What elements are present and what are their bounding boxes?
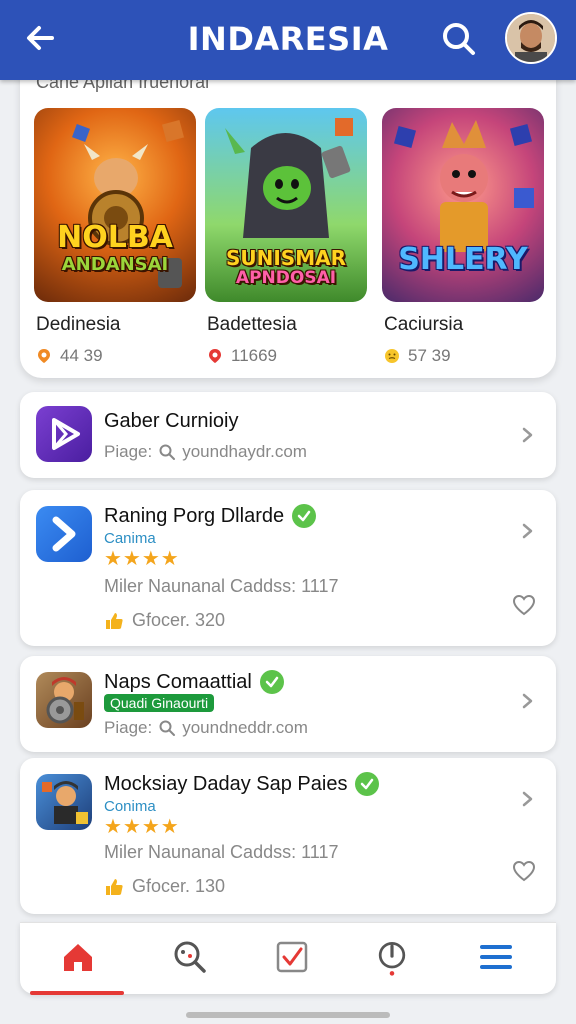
- location-pin-icon: [38, 349, 50, 363]
- featured-game-1[interactable]: NOLBA ANDANSAI Dedinesia 44 39: [34, 108, 196, 366]
- app-category-badge: Quadi Ginaourti: [104, 694, 215, 712]
- thumbs-up-icon: [106, 612, 123, 629]
- checklist-icon[interactable]: [272, 937, 312, 977]
- profile-picture: [507, 14, 555, 62]
- app-description: Miler Naunanal Caddss: 1117: [104, 842, 339, 862]
- chevron-right-icon[interactable]: [518, 522, 536, 540]
- map-pin-icon: [209, 349, 221, 363]
- game-logo-line2: ANDANSAI: [61, 254, 169, 275]
- rating-stars: ★★★★: [104, 548, 180, 570]
- app-header: INDARESIA: [0, 0, 576, 80]
- chevron-right-icon[interactable]: [518, 790, 536, 808]
- game-logo-line1: NOLBA: [57, 220, 173, 255]
- game-name: Badettesia: [207, 314, 297, 335]
- game-logo-line1: SUNISMAR: [225, 246, 346, 270]
- app-icon: [36, 506, 92, 562]
- featured-games-card: Cane Aplian Iruenoral NOLBA ANDANSAI Ded…: [20, 70, 556, 378]
- app-likes: Gfocer. 320: [104, 610, 225, 631]
- app-subline: Piage: youndhaydr.com: [104, 442, 307, 462]
- arrow-logo-icon: [52, 516, 76, 552]
- chevron-right-icon[interactable]: [518, 692, 536, 710]
- app-title: Naps Comaattial: [104, 670, 284, 694]
- search-explore-icon[interactable]: [170, 937, 210, 977]
- app-list-item-2[interactable]: Raning Porg Dllarde Canima ★★★★ Miler Na…: [20, 490, 556, 646]
- app-category: Conima: [104, 798, 156, 815]
- app-list-item-3[interactable]: Naps Comaattial Quadi Ginaourti Piage: y…: [20, 656, 556, 752]
- game-stat-value: 44 39: [60, 346, 103, 365]
- app-icon: [36, 774, 92, 830]
- active-tab-indicator: [30, 991, 124, 995]
- menu-icon[interactable]: [476, 937, 516, 977]
- search-icon: [159, 444, 176, 460]
- app-category: Canima: [104, 530, 156, 547]
- game-stat: 57 39: [382, 346, 544, 366]
- search-icon[interactable]: [440, 20, 478, 58]
- search-icon: [159, 720, 176, 736]
- subline-value: youndhaydr.com: [182, 442, 307, 461]
- game-cover-image: SHLERY: [382, 108, 544, 302]
- verified-check-icon: [259, 670, 284, 694]
- app-title: Raning Porg Dllarde: [104, 504, 317, 528]
- app-list-item-4[interactable]: Mocksiay Daday Sap Paies Conima ★★★★ Mil…: [20, 758, 556, 914]
- rating-stars: ★★★★: [104, 816, 180, 838]
- chevron-right-icon[interactable]: [518, 426, 536, 444]
- likes-value: Gfocer. 130: [132, 876, 226, 896]
- play-logo-icon: [52, 418, 80, 450]
- game-stat: 44 39: [34, 346, 196, 366]
- app-icon: [36, 672, 92, 728]
- thumbs-up-icon: [106, 878, 123, 895]
- game-logo-line1: SHLERY: [398, 242, 528, 277]
- game-logo-line2: APNDOSAI: [235, 268, 337, 288]
- heart-icon[interactable]: [512, 860, 536, 882]
- game-character-icon: [42, 781, 88, 824]
- game-cover-image: SUNISMAR APNDOSAI: [205, 108, 367, 302]
- app-subline: Piage: youndneddr.com: [104, 718, 308, 738]
- power-icon[interactable]: [372, 937, 412, 977]
- home-icon[interactable]: [58, 937, 98, 977]
- game-stat: 11669: [205, 346, 367, 366]
- game-stat-value: 57 39: [408, 346, 451, 365]
- app-title: Gaber Curnioiy: [104, 410, 239, 432]
- subline-label: Piage:: [104, 442, 153, 461]
- emoji-icon: [385, 349, 399, 363]
- heart-icon[interactable]: [512, 594, 536, 616]
- page-title: INDARESIA: [187, 20, 389, 58]
- app-title: Mocksiay Daday Sap Paies: [104, 772, 380, 796]
- app-icon: [36, 406, 92, 462]
- bottom-navigation: [20, 922, 556, 995]
- avatar[interactable]: [505, 12, 557, 64]
- subline-label: Piage:: [104, 718, 153, 737]
- likes-value: Gfocer. 320: [132, 610, 226, 630]
- game-name: Dedinesia: [36, 314, 121, 335]
- game-stat-value: 11669: [231, 346, 278, 365]
- subline-value: youndneddr.com: [182, 718, 308, 737]
- verified-check-icon: [355, 772, 380, 796]
- game-character-icon: [46, 677, 84, 724]
- verified-check-icon: [292, 504, 317, 528]
- game-name: Caciursia: [384, 314, 464, 335]
- app-likes: Gfocer. 130: [104, 876, 225, 897]
- game-cover-image: NOLBA ANDANSAI: [34, 108, 196, 302]
- featured-game-3[interactable]: SHLERY Caciursia 57 39: [382, 108, 544, 366]
- home-indicator-bar[interactable]: [186, 1012, 390, 1018]
- app-description: Miler Naunanal Caddss: 1117: [104, 576, 339, 596]
- app-list-item-1[interactable]: Gaber Curnioiy Piage: youndhaydr.com: [20, 392, 556, 478]
- featured-game-2[interactable]: SUNISMAR APNDOSAI Badettesia 11669: [205, 108, 367, 366]
